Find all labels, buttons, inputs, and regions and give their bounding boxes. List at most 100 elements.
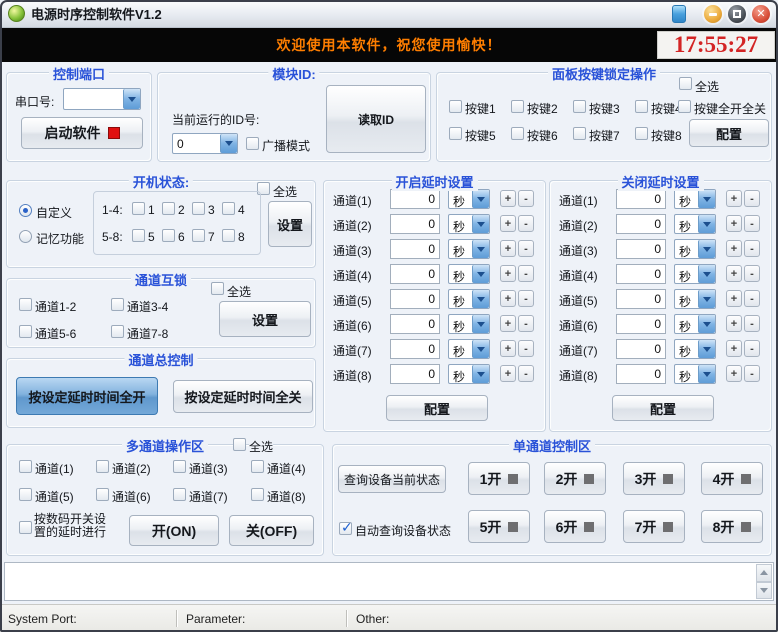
off-delay-ch6-input[interactable] xyxy=(616,314,666,334)
channel1-on-button[interactable]: 1开 xyxy=(468,462,530,495)
skin-icon[interactable] xyxy=(672,5,686,23)
off-delay-ch5-unit-select[interactable]: 秒 xyxy=(674,289,716,309)
off-delay-ch1-input[interactable] xyxy=(616,189,666,209)
all-off-delay-button[interactable]: 按设定延时时间全关 xyxy=(173,380,313,413)
dropdown-arrow-icon[interactable] xyxy=(698,215,715,233)
on-delay-ch7-input[interactable] xyxy=(390,339,440,359)
on-delay-ch8-input[interactable] xyxy=(390,364,440,384)
multi-ch3-checkbox[interactable] xyxy=(173,460,186,473)
dropdown-arrow-icon[interactable] xyxy=(123,89,140,109)
key2-checkbox[interactable] xyxy=(511,100,524,113)
key1-checkbox[interactable] xyxy=(449,100,462,113)
interlock-56-checkbox[interactable] xyxy=(19,325,32,338)
on-delay-ch1-minus-button[interactable]: - xyxy=(518,190,534,207)
off-delay-ch3-input[interactable] xyxy=(616,239,666,259)
on-delay-ch2-unit-select[interactable]: 秒 xyxy=(448,214,490,234)
channel8-on-button[interactable]: 8开 xyxy=(701,510,763,543)
off-delay-ch3-plus-button[interactable]: + xyxy=(726,240,742,257)
dropdown-arrow-icon[interactable] xyxy=(472,265,489,283)
read-id-button[interactable]: 读取ID xyxy=(326,85,426,153)
off-delay-ch2-plus-button[interactable]: + xyxy=(726,215,742,232)
boot-ch2-checkbox[interactable] xyxy=(162,202,175,215)
on-delay-ch8-unit-select[interactable]: 秒 xyxy=(448,364,490,384)
on-delay-ch5-minus-button[interactable]: - xyxy=(518,290,534,307)
key-all-on-off-checkbox[interactable] xyxy=(678,100,691,113)
off-delay-ch7-minus-button[interactable]: - xyxy=(744,340,760,357)
boot-ch7-checkbox[interactable] xyxy=(192,229,205,242)
boot-set-button[interactable]: 设置 xyxy=(268,201,312,247)
on-delay-ch3-input[interactable] xyxy=(390,239,440,259)
title-bar[interactable]: 电源时序控制软件V1.2 ✕ xyxy=(0,0,778,28)
boot-ch5-checkbox[interactable] xyxy=(132,229,145,242)
on-delay-ch6-input[interactable] xyxy=(390,314,440,334)
dropdown-arrow-icon[interactable] xyxy=(698,265,715,283)
off-delay-ch4-plus-button[interactable]: + xyxy=(726,265,742,282)
key4-checkbox[interactable] xyxy=(635,100,648,113)
multi-ch5-checkbox[interactable] xyxy=(19,488,32,501)
dropdown-arrow-icon[interactable] xyxy=(472,215,489,233)
boot-ch3-checkbox[interactable] xyxy=(192,202,205,215)
off-delay-ch1-plus-button[interactable]: + xyxy=(726,190,742,207)
multi-on-button[interactable]: 开(ON) xyxy=(129,515,219,546)
key6-checkbox[interactable] xyxy=(511,127,524,140)
off-delay-ch4-unit-select[interactable]: 秒 xyxy=(674,264,716,284)
off-delay-ch7-plus-button[interactable]: + xyxy=(726,340,742,357)
all-on-delay-button[interactable]: 按设定延时时间全开 xyxy=(16,377,158,415)
on-delay-ch8-plus-button[interactable]: + xyxy=(500,365,516,382)
start-software-button[interactable]: 启动软件 xyxy=(21,117,143,149)
off-delay-ch2-minus-button[interactable]: - xyxy=(744,215,760,232)
on-delay-ch6-unit-select[interactable]: 秒 xyxy=(448,314,490,334)
off-delay-ch8-unit-select[interactable]: 秒 xyxy=(674,364,716,384)
log-textarea[interactable] xyxy=(4,562,774,601)
on-delay-ch3-plus-button[interactable]: + xyxy=(500,240,516,257)
interlock-select-all-checkbox[interactable] xyxy=(211,282,224,295)
off-delay-ch6-minus-button[interactable]: - xyxy=(744,315,760,332)
multi-ch2-checkbox[interactable] xyxy=(96,460,109,473)
on-delay-ch3-unit-select[interactable]: 秒 xyxy=(448,239,490,259)
minimize-button[interactable] xyxy=(704,5,722,23)
off-delay-ch2-unit-select[interactable]: 秒 xyxy=(674,214,716,234)
on-delay-ch7-minus-button[interactable]: - xyxy=(518,340,534,357)
on-delay-ch5-unit-select[interactable]: 秒 xyxy=(448,289,490,309)
channel7-on-button[interactable]: 7开 xyxy=(623,510,685,543)
multi-off-button[interactable]: 关(OFF) xyxy=(229,515,314,546)
boot-ch8-checkbox[interactable] xyxy=(222,229,235,242)
interlock-78-checkbox[interactable] xyxy=(111,325,124,338)
dropdown-arrow-icon[interactable] xyxy=(698,315,715,333)
on-delay-ch2-minus-button[interactable]: - xyxy=(518,215,534,232)
on-delay-ch6-minus-button[interactable]: - xyxy=(518,315,534,332)
off-delay-ch4-minus-button[interactable]: - xyxy=(744,265,760,282)
key5-checkbox[interactable] xyxy=(449,127,462,140)
multi-ch7-checkbox[interactable] xyxy=(173,488,186,501)
channel4-on-button[interactable]: 4开 xyxy=(701,462,763,495)
maximize-button[interactable] xyxy=(728,5,746,23)
key3-checkbox[interactable] xyxy=(573,100,586,113)
interlock-34-checkbox[interactable] xyxy=(111,298,124,311)
dropdown-arrow-icon[interactable] xyxy=(698,290,715,308)
boot-ch1-checkbox[interactable] xyxy=(132,202,145,215)
dropdown-arrow-icon[interactable] xyxy=(472,240,489,258)
serial-port-select[interactable] xyxy=(63,88,141,110)
multi-ch8-checkbox[interactable] xyxy=(251,488,264,501)
boot-ch4-checkbox[interactable] xyxy=(222,202,235,215)
auto-query-checkbox[interactable] xyxy=(339,522,352,535)
close-button[interactable]: ✕ xyxy=(752,5,770,23)
off-delay-ch1-minus-button[interactable]: - xyxy=(744,190,760,207)
dropdown-arrow-icon[interactable] xyxy=(698,190,715,208)
dropdown-arrow-icon[interactable] xyxy=(472,365,489,383)
off-delay-ch3-unit-select[interactable]: 秒 xyxy=(674,239,716,259)
off-delay-ch6-unit-select[interactable]: 秒 xyxy=(674,314,716,334)
dropdown-arrow-icon[interactable] xyxy=(472,340,489,358)
on-delay-ch1-unit-select[interactable]: 秒 xyxy=(448,189,490,209)
multi-select-all-checkbox[interactable] xyxy=(233,438,246,451)
dropdown-arrow-icon[interactable] xyxy=(472,190,489,208)
off-delay-ch7-unit-select[interactable]: 秒 xyxy=(674,339,716,359)
off-delay-ch8-plus-button[interactable]: + xyxy=(726,365,742,382)
off-delay-ch4-input[interactable] xyxy=(616,264,666,284)
on-delay-ch3-minus-button[interactable]: - xyxy=(518,240,534,257)
channel6-on-button[interactable]: 6开 xyxy=(544,510,606,543)
on-delay-ch4-plus-button[interactable]: + xyxy=(500,265,516,282)
on-delay-ch6-plus-button[interactable]: + xyxy=(500,315,516,332)
dropdown-arrow-icon[interactable] xyxy=(698,340,715,358)
panel-lock-select-all-checkbox[interactable] xyxy=(679,77,692,90)
